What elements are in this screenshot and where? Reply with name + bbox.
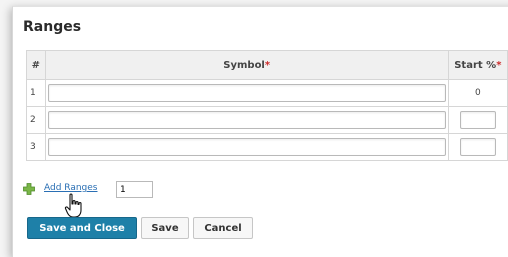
start-cell: [447, 106, 508, 134]
symbol-input[interactable]: [47, 84, 446, 102]
symbol-input[interactable]: [47, 138, 446, 156]
table-header-row: # Symbol* Start %*: [26, 50, 508, 80]
row-number: 1: [26, 79, 46, 107]
table-row: 3: [26, 133, 508, 161]
start-percent-input[interactable]: [459, 111, 496, 129]
cancel-button[interactable]: Cancel: [193, 217, 253, 239]
add-ranges-count-input[interactable]: [116, 181, 153, 198]
row-number: 2: [26, 106, 46, 134]
section-title: Ranges: [23, 19, 82, 35]
start-cell: 0: [447, 79, 508, 107]
required-indicator: *: [496, 59, 502, 71]
symbol-cell: [44, 79, 449, 107]
column-header-start: Start %*: [447, 50, 508, 80]
required-indicator: *: [264, 59, 271, 71]
column-header-symbol: Symbol*: [44, 50, 449, 80]
start-cell: [447, 133, 508, 161]
row-number: 3: [26, 133, 46, 161]
ranges-table: # Symbol* Start %* 1 0 2 3: [26, 50, 508, 161]
column-header-index: #: [26, 50, 46, 80]
hand-cursor-icon: [64, 193, 82, 218]
add-ranges-link[interactable]: Add Ranges: [44, 183, 98, 193]
plus-icon[interactable]: [23, 183, 35, 195]
save-and-close-button[interactable]: Save and Close: [27, 217, 137, 239]
table-row: 1 0: [26, 79, 508, 107]
symbol-cell: [44, 106, 449, 134]
table-row: 2: [26, 106, 508, 134]
symbol-cell: [44, 133, 449, 161]
symbol-input[interactable]: [47, 111, 446, 129]
save-button[interactable]: Save: [141, 217, 189, 239]
start-percent-input[interactable]: [459, 138, 496, 156]
